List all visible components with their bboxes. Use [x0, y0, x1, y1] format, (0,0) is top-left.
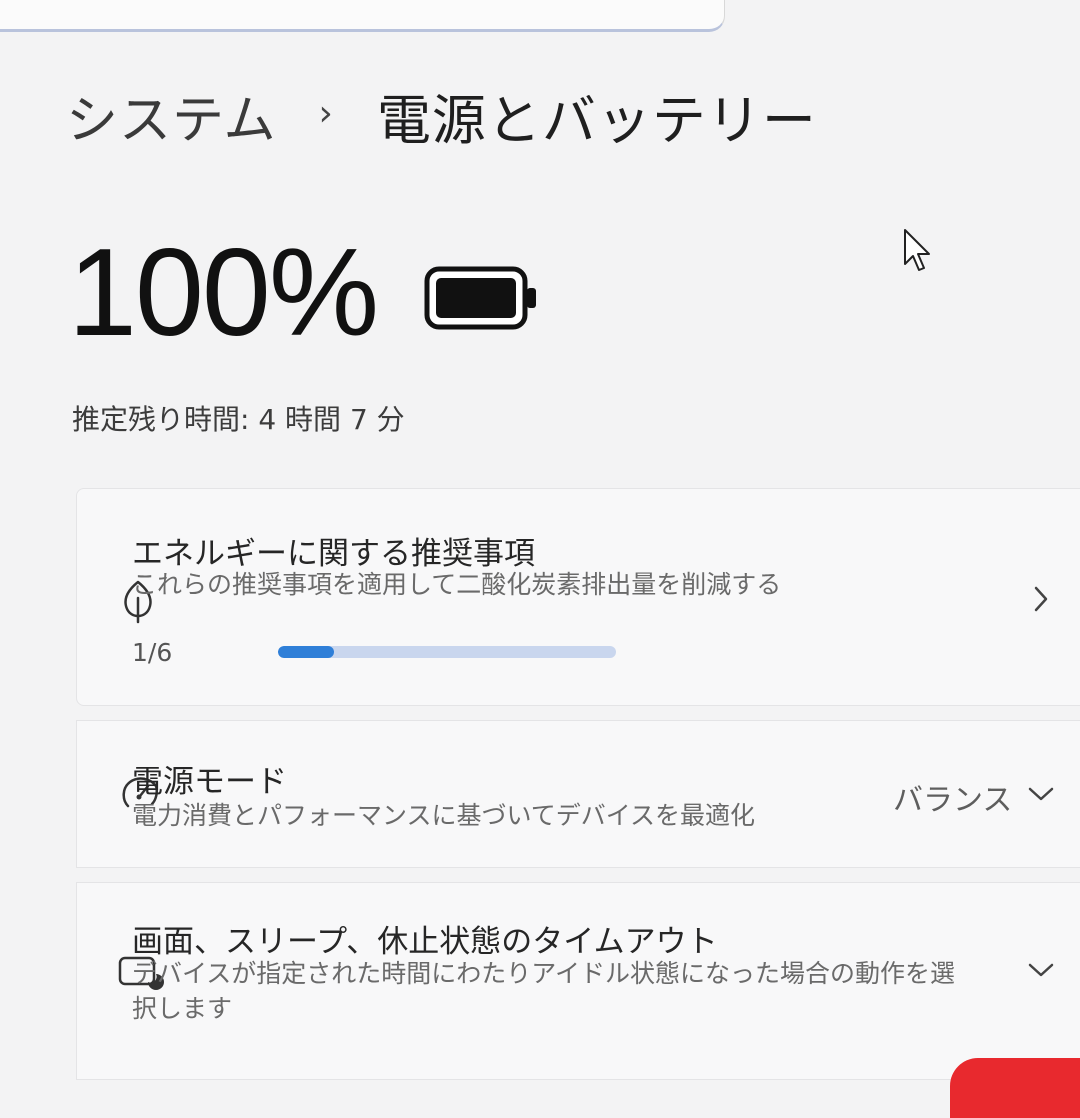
power-mode-description: 電力消費とパフォーマンスに基づいてデバイスを最適化: [132, 801, 756, 830]
recommendations-progress-bar: [278, 646, 616, 658]
recommendations-progress-label: 1/6: [132, 638, 173, 667]
energy-recommendations-description: これらの推奨事項を適用して二酸化炭素排出量を削減する: [132, 570, 782, 599]
breadcrumb: システム › 電源とバッテリー: [66, 78, 817, 153]
red-object-corner: [950, 1058, 1080, 1118]
breadcrumb-separator: ›: [318, 92, 333, 134]
estimated-remaining-time: 推定残り時間: 4 時間 7 分: [72, 403, 405, 436]
top-panel-edge: [0, 0, 725, 32]
chevron-right-icon[interactable]: [1030, 582, 1052, 620]
power-mode-select[interactable]: バランス: [893, 775, 1012, 819]
mouse-pointer-icon: [902, 228, 934, 280]
sleep-timeout-description-line2: 択します: [132, 994, 233, 1023]
page-title: 電源とバッテリー: [376, 88, 817, 152]
chevron-down-icon[interactable]: [1026, 958, 1056, 986]
sleep-timeout-description-line1: デバイスが指定された時間にわたりアイドル状態になった場合の動作を選: [132, 959, 956, 988]
breadcrumb-system-link[interactable]: システム: [66, 78, 276, 153]
chevron-down-icon[interactable]: [1026, 782, 1056, 810]
power-mode-title: 電源モード: [132, 764, 287, 800]
recommendations-progress-fill: [278, 646, 335, 658]
battery-full-icon: [424, 266, 540, 334]
battery-percentage: 100%: [68, 224, 379, 362]
